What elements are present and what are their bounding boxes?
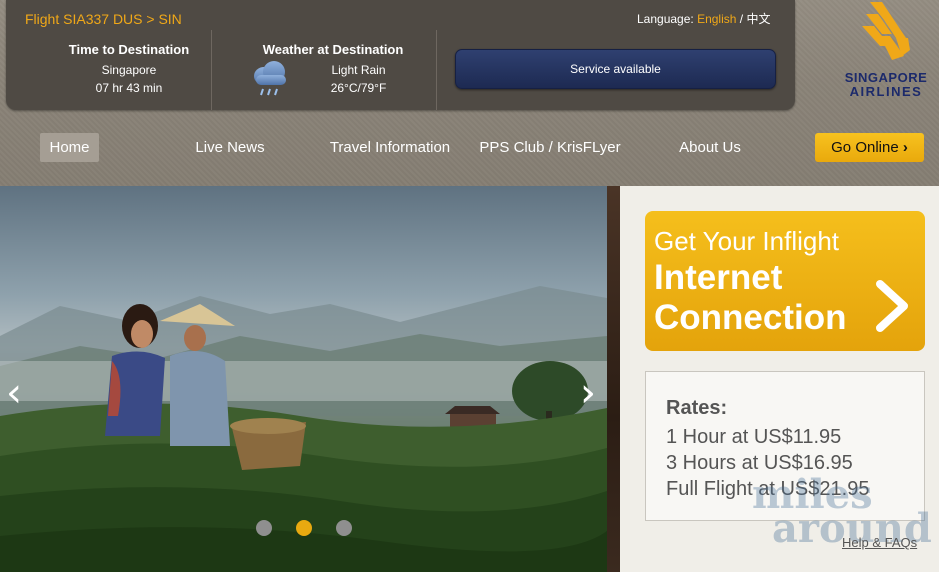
service-status-button[interactable]: Service available [455, 49, 776, 89]
rain-cloud-icon [250, 58, 290, 100]
weather-title: Weather at Destination [262, 42, 404, 57]
slide-dot-3[interactable] [336, 520, 352, 536]
weather-temperature: 26°C/79°F [330, 81, 387, 95]
promo-line-2: Internet [654, 258, 783, 297]
nav-travel-information[interactable]: Travel Information [320, 133, 460, 162]
chevron-left-icon[interactable]: ‹ [6, 373, 22, 413]
hero-slideshow [0, 186, 607, 572]
go-online-label: Go Online [831, 139, 899, 156]
language-selector: Language: English / 中文 [637, 10, 770, 27]
promo-line-3: Connection [654, 298, 847, 337]
divider [436, 30, 437, 110]
chevron-right-icon [872, 278, 912, 334]
time-remaining: 07 hr 43 min [95, 81, 163, 95]
language-separator: / [736, 12, 747, 26]
divider [211, 30, 212, 110]
flight-number: Flight SIA337 DUS > SIN [25, 11, 182, 27]
nav-pps-club-krisflyer[interactable]: PPS Club / KrisFLyer [470, 133, 630, 162]
logo-text-singapore: SINGAPORE [844, 70, 928, 85]
flight-info-panel: Flight SIA337 DUS > SIN Language: Englis… [6, 0, 795, 110]
chevron-right-icon[interactable]: › [580, 373, 596, 413]
language-label: Language: [637, 12, 694, 26]
promo-line-1: Get Your Inflight [654, 226, 840, 256]
language-english-link[interactable]: English [697, 12, 736, 26]
time-to-destination-title: Time to Destination [68, 42, 190, 57]
nav-about-us[interactable]: About Us [665, 133, 755, 162]
language-chinese-link[interactable]: 中文 [746, 12, 770, 26]
slide-dot-2-active[interactable] [296, 520, 312, 536]
hero-tea-plantation-image [0, 286, 607, 572]
hero-edge [607, 186, 620, 572]
logo-text-airlines: AIRLINES [849, 84, 923, 99]
destination-city: Singapore [101, 63, 157, 77]
chevron-right-icon: › [902, 139, 908, 156]
weather-condition: Light Rain [331, 63, 386, 77]
rate-item: 1 Hour at US$11.95 [666, 426, 842, 448]
help-faqs-link[interactable]: Help & FAQs [842, 535, 917, 550]
go-online-button[interactable]: Go Online › [815, 133, 924, 162]
nav-home[interactable]: Home [40, 133, 99, 162]
slide-dot-1[interactable] [256, 520, 272, 536]
rates-title: Rates: [666, 397, 728, 419]
nav-live-news[interactable]: Live News [180, 133, 280, 162]
